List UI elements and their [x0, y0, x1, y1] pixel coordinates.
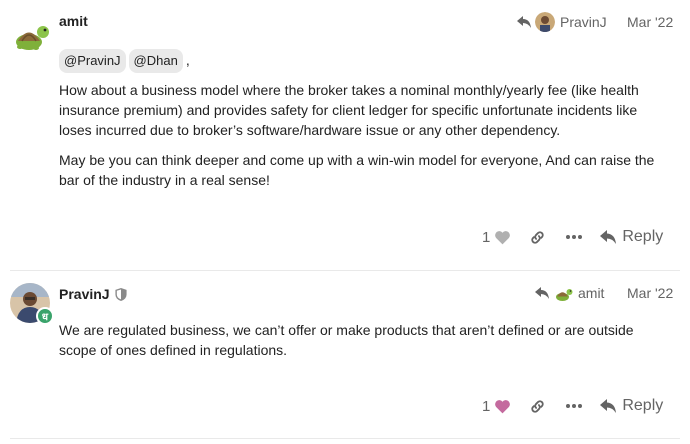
reply-label: Reply	[622, 397, 664, 414]
more-options-button[interactable]	[566, 235, 583, 239]
mention-pravinj[interactable]: @PravinJ	[59, 49, 126, 73]
link-icon	[531, 399, 544, 413]
post-actions: 1 Reply	[482, 397, 663, 415]
reply-to-avatar	[535, 12, 555, 32]
reply-to-avatar	[553, 283, 573, 303]
like-count: 1	[482, 397, 491, 415]
mentions-line: @PravinJ @Dhan,	[59, 49, 659, 73]
reply-to-indicator[interactable]: amit	[535, 283, 604, 303]
copy-link-button[interactable]	[529, 229, 546, 246]
reply-to-username: PravinJ	[560, 14, 607, 30]
shield-icon	[115, 287, 127, 301]
mention-suffix: ,	[185, 52, 190, 68]
post-pravinj: ध PravinJ amit Mar '22 We are regulated …	[0, 271, 690, 444]
post-username[interactable]: PravinJ	[59, 286, 110, 302]
user-badge: ध	[36, 307, 54, 325]
reply-arrow-icon	[535, 287, 549, 299]
ellipsis-icon	[566, 404, 583, 408]
post-amit: amit PravinJ Mar '22 @PravinJ @Dhan, How …	[0, 0, 690, 270]
copy-link-button[interactable]	[529, 398, 546, 415]
post-username-row: PravinJ	[59, 286, 127, 302]
post-divider	[10, 438, 680, 439]
post-username[interactable]: amit	[59, 13, 88, 29]
post-paragraph: How about a business model where the bro…	[59, 82, 639, 138]
reply-icon	[600, 230, 617, 244]
reply-to-indicator[interactable]: PravinJ	[517, 12, 607, 32]
turtle-icon	[556, 289, 573, 301]
reply-icon	[600, 399, 617, 413]
ellipsis-icon	[566, 235, 583, 239]
more-options-button[interactable]	[566, 404, 583, 408]
like-count: 1	[482, 228, 491, 246]
post-paragraph: We are regulated business, we can’t offe…	[59, 322, 634, 358]
reply-button[interactable]: Reply	[600, 397, 663, 415]
reply-to-username: amit	[578, 285, 605, 301]
avatar-turtle[interactable]	[10, 14, 50, 54]
link-icon	[531, 230, 544, 244]
like-button[interactable]: 1	[482, 398, 511, 415]
post-date[interactable]: Mar '22	[627, 285, 673, 301]
turtle-icon	[16, 26, 49, 50]
post-paragraph: May be you can think deeper and come up …	[59, 152, 655, 188]
avatar-pravinj[interactable]: ध	[10, 283, 54, 325]
reply-arrow-icon	[517, 16, 531, 28]
post-date[interactable]: Mar '22	[627, 14, 673, 30]
reply-label: Reply	[622, 228, 664, 245]
post-actions: 1 Reply	[482, 228, 663, 246]
heart-icon	[495, 230, 511, 244]
reply-button[interactable]: Reply	[600, 228, 663, 246]
mention-dhan[interactable]: @Dhan	[128, 49, 183, 73]
heart-icon	[495, 399, 511, 413]
like-button[interactable]: 1	[482, 229, 511, 246]
